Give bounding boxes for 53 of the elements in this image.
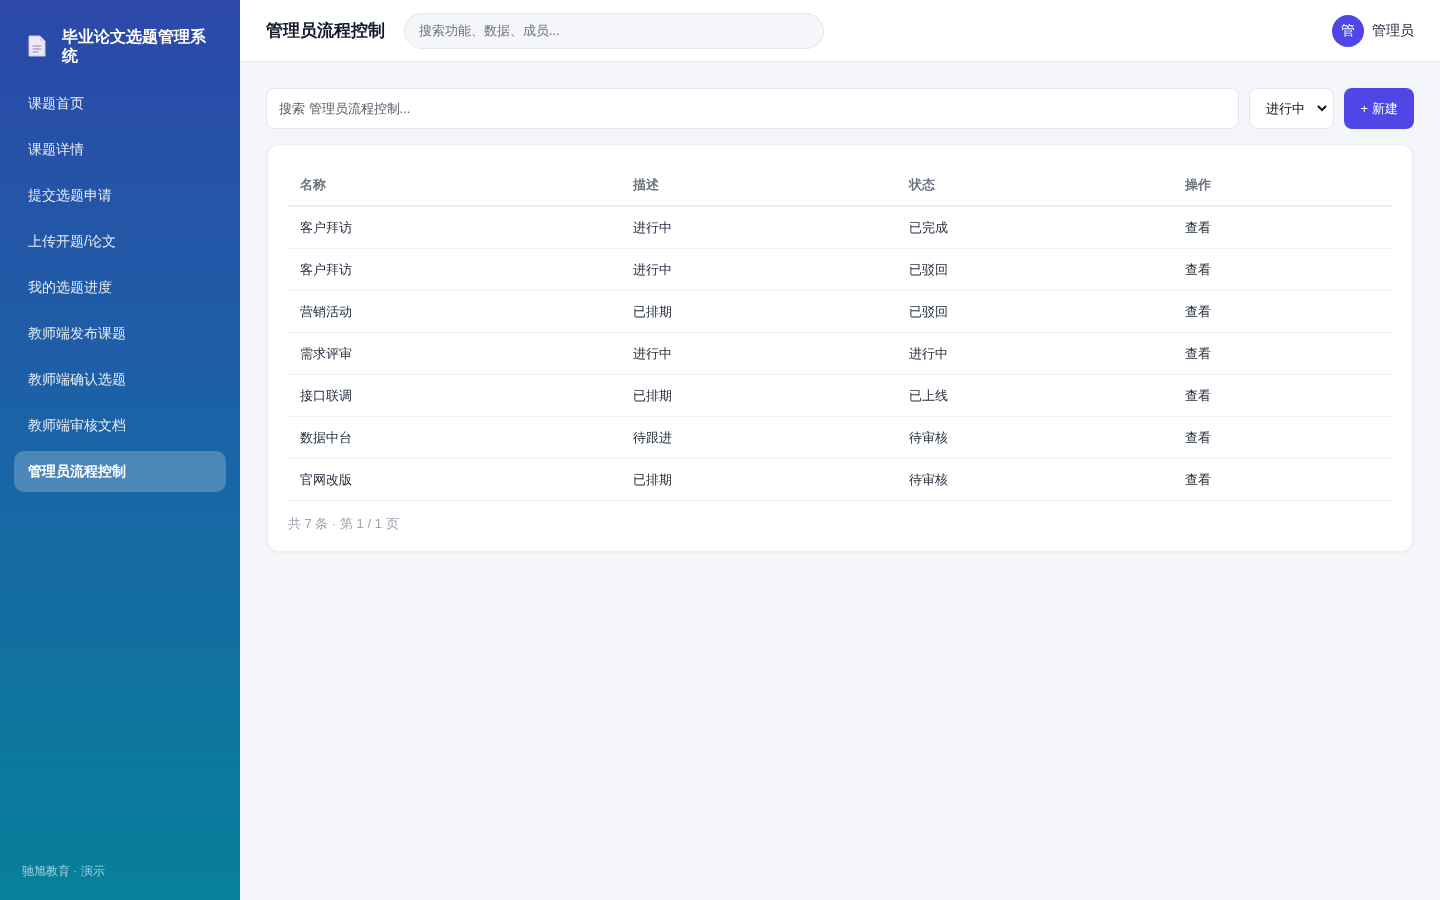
sidebar-item[interactable]: 上传开题/论文 xyxy=(14,221,226,262)
footer-text: 驰旭教育 · 演示 xyxy=(22,863,105,880)
sidebar-item[interactable]: 课题详情 xyxy=(14,129,226,170)
app-title: 毕业论文选题管理系统 xyxy=(62,26,207,65)
table-cell: 客户拜访 xyxy=(300,219,352,235)
table-cell: 已排期 xyxy=(633,303,673,319)
sidebar-item[interactable]: 提交选题申请 xyxy=(14,175,226,216)
table-cell: 进行中 xyxy=(633,345,673,361)
table-cell: 待审核 xyxy=(909,429,949,445)
column-header: 描述 xyxy=(633,177,660,192)
column-header: 状态 xyxy=(909,177,936,192)
view-link[interactable]: 查看 xyxy=(1185,345,1212,361)
view-link[interactable]: 查看 xyxy=(1185,219,1212,235)
pagination-text: 共 7 条 · 第 1 / 1 页 xyxy=(288,515,399,533)
search-field[interactable]: 搜索功能、数据、成员... xyxy=(404,12,824,49)
search-field[interactable]: 搜索 管理员流程控制... xyxy=(266,88,1239,129)
table-cell: 已完成 xyxy=(909,219,949,235)
status-select[interactable]: 进行中 xyxy=(1249,88,1334,129)
view-link[interactable]: 查看 xyxy=(1185,303,1212,319)
view-link[interactable]: 查看 xyxy=(1185,261,1212,277)
table-cell: 已驳回 xyxy=(909,261,949,277)
table-cell: 进行中 xyxy=(633,219,673,235)
table-cell: 进行中 xyxy=(909,345,949,361)
table-cell: 进行中 xyxy=(633,261,673,277)
table-cell: 已驳回 xyxy=(909,303,949,319)
sidebar-item[interactable]: 我的选题进度 xyxy=(14,267,226,308)
table-cell: 需求评审 xyxy=(300,345,352,361)
sidebar-item[interactable]: 教师端审核文档 xyxy=(14,405,226,446)
sidebar-item[interactable]: 课题首页 xyxy=(14,83,226,124)
view-link[interactable]: 查看 xyxy=(1185,429,1212,445)
view-link[interactable]: 查看 xyxy=(1185,387,1212,403)
table-cell: 接口联调 xyxy=(300,387,352,403)
page-title: 管理员流程控制 xyxy=(266,20,385,42)
sidebar-item[interactable]: 教师端确认选题 xyxy=(14,359,226,400)
table-cell: 数据中台 xyxy=(300,429,352,445)
table-cell: 已排期 xyxy=(633,387,673,403)
user-name: 管理员 xyxy=(1372,21,1414,40)
table-cell: 营销活动 xyxy=(300,303,352,319)
avatar[interactable]: 管 xyxy=(1332,14,1364,47)
chevron-down-icon xyxy=(1317,105,1327,112)
table-cell: 待跟进 xyxy=(633,429,673,445)
table-cell: 已上线 xyxy=(909,387,949,403)
sidebar-item[interactable]: 教师端发布课题 xyxy=(14,313,226,354)
document-icon xyxy=(28,34,46,57)
column-header: 操作 xyxy=(1185,177,1212,192)
table-cell: 已排期 xyxy=(633,471,673,487)
table-cell: 客户拜访 xyxy=(300,261,352,277)
view-link[interactable]: 查看 xyxy=(1185,471,1212,487)
table-cell: 官网改版 xyxy=(300,471,352,487)
create-button[interactable]: + 新建 xyxy=(1344,88,1414,129)
column-header: 名称 xyxy=(300,177,326,192)
sidebar-item[interactable]: 管理员流程控制 xyxy=(14,451,226,492)
table-cell: 待审核 xyxy=(909,471,949,487)
